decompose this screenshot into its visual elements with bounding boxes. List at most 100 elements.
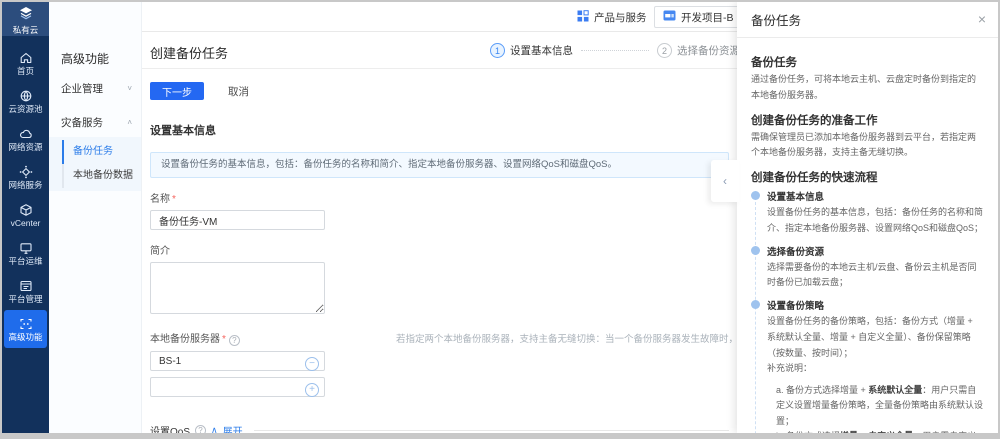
grid-icon xyxy=(577,10,589,25)
substep-text: b. 备份方式选择 xyxy=(776,431,840,433)
step-number: 2 xyxy=(657,43,672,58)
wizard-steps: 1 设置基本信息 2 选择备份资源 3 设置备份策略 xyxy=(490,43,737,58)
step-separator xyxy=(581,50,649,51)
remove-server-icon[interactable]: − xyxy=(305,357,319,371)
resource-pool-icon xyxy=(19,89,33,103)
menu-group-label: 灾备服务 xyxy=(61,115,103,130)
backup-server-hint: 若指定两个本地备份服务器，支持主备无缝切换：当一个备份服务器发生故障时，备份任务… xyxy=(396,331,737,345)
sidebar-item-platform-mgmt[interactable]: 平台管理 xyxy=(4,272,47,310)
section-title: 设置基本信息 xyxy=(150,122,729,138)
sidebar-item-label: 平台运维 xyxy=(8,257,42,266)
monitor-icon xyxy=(19,241,33,255)
substep-text: a. 备份方式选择增量 + xyxy=(776,385,868,395)
backup-server-input-1[interactable] xyxy=(150,351,325,371)
secondary-sidebar-title: 高级功能 xyxy=(49,2,141,67)
flow-step-title: 设置备份策略 xyxy=(767,298,984,312)
caret-up-icon: ∧ xyxy=(211,425,218,433)
name-label: 名称* xyxy=(150,190,729,205)
backup-server-input-wrap: − xyxy=(150,351,325,371)
flow-substep-b: b. 备份方式选择增量 + 自定义全量：用户需自定义设置增量备份策略以及全量备份… xyxy=(776,429,984,433)
sidebar-item-label: 云资源池 xyxy=(8,105,42,114)
project-icon xyxy=(663,10,676,24)
logo[interactable]: 私有云 xyxy=(2,2,49,36)
flow-step-note: 补充说明： xyxy=(767,363,812,373)
backup-server-input-2[interactable] xyxy=(150,377,325,397)
chevron-up-icon: ˄ xyxy=(127,118,132,127)
network-nodes-icon xyxy=(19,165,33,179)
products-services-menu[interactable]: 产品与服务 xyxy=(577,2,647,32)
page-title: 创建备份任务 xyxy=(150,43,228,62)
home-icon xyxy=(19,51,33,65)
sidebar-item-network-resource[interactable]: 网络资源 xyxy=(4,120,47,158)
menu-group-enterprise[interactable]: 企业管理 ˅ xyxy=(49,75,141,101)
sidebar-item-advanced[interactable]: 高级功能 xyxy=(4,310,47,348)
logo-label: 私有云 xyxy=(13,26,39,35)
flow-step-title: 选择备份资源 xyxy=(767,244,984,258)
info-alert: 设置备份任务的基本信息，包括：备份任务的名称和简介、指定本地备份服务器、设置网络… xyxy=(150,152,729,178)
flow-step-text: 选择需要备份的本地云主机/云盘、备份云主机是否同时备份已加载云盘； xyxy=(767,260,984,292)
step-label: 设置基本信息 xyxy=(510,43,573,58)
app-window: 私有云 首页 云资源池 网络资源 网络服务 vCenter xyxy=(0,0,1000,439)
next-step-button[interactable]: 下一步 xyxy=(150,82,204,100)
backup-server-label-text: 本地备份服务器 xyxy=(150,334,220,345)
project-selector[interactable]: 开发项目-B xyxy=(654,6,750,28)
flow-step-select-resource: 选择备份资源 选择需要备份的本地云主机/云盘、备份云主机是否同时备份已加载云盘； xyxy=(751,244,984,292)
project-label: 开发项目-B xyxy=(681,10,734,25)
help-icon[interactable] xyxy=(195,425,206,433)
main-content: 创建备份任务 1 设置基本信息 2 选择备份资源 3 设置备份策略 xyxy=(142,32,737,433)
flow-timeline: 设置基本信息 设置备份任务的基本信息，包括：备份任务的名称和简介、指定本地备份服… xyxy=(751,189,984,433)
sidebar-item-network-service[interactable]: 网络服务 xyxy=(4,158,47,196)
close-icon[interactable]: × xyxy=(978,10,986,28)
sidebar-item-home[interactable]: 首页 xyxy=(4,44,47,82)
description-textarea[interactable] xyxy=(150,262,325,314)
qos-section-row: 设置QoS ∧ 展开 xyxy=(150,423,729,433)
divider xyxy=(254,430,729,431)
name-input[interactable] xyxy=(150,210,325,230)
help-section-text: 通过备份任务，可将本地云主机、云盘定时备份到指定的本地备份服务器。 xyxy=(751,72,984,104)
submenu-item-local-backup-data[interactable]: 本地备份数据 xyxy=(49,164,141,188)
collapse-left-icon: ‹ xyxy=(723,174,727,188)
help-section-heading: 备份任务 xyxy=(751,54,984,70)
timeline-dot-icon xyxy=(751,191,760,200)
cancel-button[interactable]: 取消 xyxy=(228,84,249,99)
flow-step-backup-policy: 设置备份策略 设置备份任务的备份策略，包括：备份方式（增量 + 系统默认全量、增… xyxy=(751,298,984,433)
name-label-text: 名称 xyxy=(150,194,170,205)
window-list-icon xyxy=(19,279,33,293)
flow-step-text-main: 设置备份任务的备份策略，包括：备份方式（增量 + 系统默认全量、增量 + 自定义… xyxy=(767,316,973,358)
flow-substep-a: a. 备份方式选择增量 + 系统默认全量：用户只需自定义设置增量备份策略，全量备… xyxy=(776,383,984,429)
help-panel-body: 备份任务 通过备份任务，可将本地云主机、云盘定时备份到指定的本地备份服务器。 创… xyxy=(737,38,998,433)
panel-collapse-tab[interactable]: ‹ xyxy=(711,160,739,202)
required-asterisk: * xyxy=(172,194,176,205)
sidebar-item-platform-ops[interactable]: 平台运维 xyxy=(4,234,47,272)
sidebar-item-vcenter[interactable]: vCenter xyxy=(4,196,47,234)
submenu: 备份任务 本地备份数据 xyxy=(49,137,141,191)
qos-label: 设置QoS xyxy=(150,423,190,433)
add-server-icon[interactable]: + xyxy=(305,383,319,397)
cube-icon xyxy=(19,203,33,217)
sidebar-item-label: 高级功能 xyxy=(8,333,42,342)
step-label: 选择备份资源 xyxy=(677,43,737,58)
cloud-layers-logo-icon xyxy=(18,6,34,25)
help-icon[interactable] xyxy=(229,335,240,346)
substep-bold: 增量 + 自定义全量 xyxy=(840,431,913,433)
page-titlebar: 创建备份任务 1 设置基本信息 2 选择备份资源 3 设置备份策略 xyxy=(142,32,737,69)
wizard-step-1: 1 设置基本信息 xyxy=(490,43,573,58)
sidebar-item-label: 首页 xyxy=(17,67,34,76)
backup-server-row: 本地备份服务器* 若指定两个本地备份服务器，支持主备无缝切换：当一个备份服务器发… xyxy=(150,330,729,397)
sidebar-item-label: 网络资源 xyxy=(8,143,42,152)
help-panel: ‹ 备份任务 × 备份任务 通过备份任务，可将本地云主机、云盘定时备份到指定的本… xyxy=(737,2,998,433)
wizard-step-2: 2 选择备份资源 xyxy=(657,43,737,58)
qos-expand-toggle[interactable]: 展开 xyxy=(223,423,243,433)
flow-step-text: 设置备份任务的备份策略，包括：备份方式（增量 + 系统默认全量、增量 + 自定义… xyxy=(767,314,984,377)
sidebar-item-label: 网络服务 xyxy=(8,181,42,190)
help-panel-title: 备份任务 xyxy=(751,10,801,29)
timeline-dot-icon xyxy=(751,246,760,255)
flow-substeps: a. 备份方式选择增量 + 系统默认全量：用户只需自定义设置增量备份策略，全量备… xyxy=(776,383,984,433)
chevron-down-icon: ˅ xyxy=(127,84,132,93)
sidebar-item-cloud-pool[interactable]: 云资源池 xyxy=(4,82,47,120)
submenu-item-backup-task[interactable]: 备份任务 xyxy=(49,140,141,164)
flow-step-text: 设置备份任务的基本信息，包括：备份任务的名称和简介、指定本地备份服务器、设置网络… xyxy=(767,205,984,237)
primary-sidebar: 私有云 首页 云资源池 网络资源 网络服务 vCenter xyxy=(2,2,49,433)
substep-bold: 系统默认全量 xyxy=(868,385,922,395)
menu-group-disaster-recovery[interactable]: 灾备服务 ˄ xyxy=(49,109,141,135)
